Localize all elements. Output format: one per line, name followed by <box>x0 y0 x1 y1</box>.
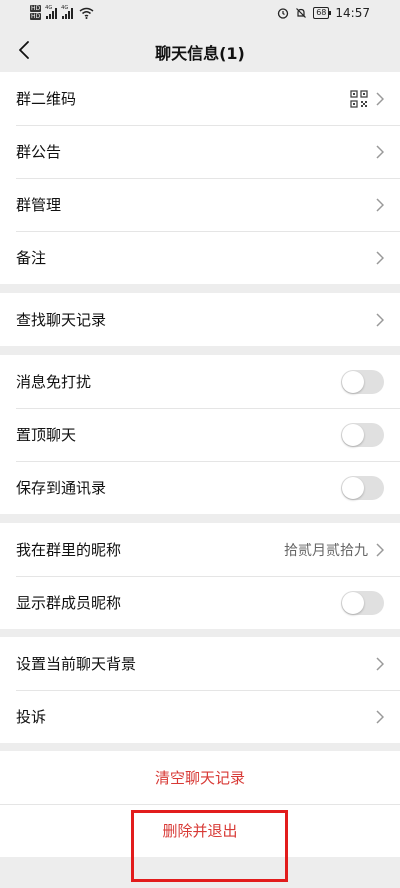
chat-background-label: 设置当前聊天背景 <box>16 655 137 673</box>
chevron-right-icon <box>376 250 384 265</box>
group-manage-row[interactable]: 群管理 <box>0 178 400 231</box>
pin-chat-row: 置顶聊天 <box>0 408 400 461</box>
status-bar-left: HD HD 4G 4G <box>30 5 94 20</box>
clear-history-button[interactable]: 清空聊天记录 <box>0 751 400 804</box>
chevron-right-icon <box>376 542 384 557</box>
save-contacts-label: 保存到通讯录 <box>16 479 107 497</box>
pin-chat-toggle[interactable] <box>341 422 384 447</box>
mute-toggle[interactable] <box>341 369 384 394</box>
group-info-section: 群二维码 群公告 群管理 备注 <box>0 72 400 284</box>
misc-section: 设置当前聊天背景 投诉 <box>0 637 400 743</box>
my-nickname-value: 拾贰月贰拾九 <box>284 542 368 559</box>
hd-badge: HD <box>30 13 42 20</box>
status-bar-right: 68 14:57 <box>277 6 370 20</box>
show-nickname-label: 显示群成员昵称 <box>16 594 122 612</box>
actions-section: 清空聊天记录 删除并退出 <box>0 751 400 857</box>
hd-indicators: HD HD <box>30 5 42 20</box>
mute-row: 消息免打扰 <box>0 355 400 408</box>
complaint-row[interactable]: 投诉 <box>0 690 400 743</box>
hd-badge: HD <box>30 5 42 12</box>
remark-label: 备注 <box>16 249 47 267</box>
battery-icon: 68 <box>313 7 332 19</box>
signal-icon: 4G <box>45 4 58 19</box>
alarm-icon <box>278 8 289 19</box>
save-contacts-toggle[interactable] <box>341 475 384 500</box>
chat-settings-section: 消息免打扰 置顶聊天 保存到通讯录 <box>0 355 400 514</box>
mute-bell-icon <box>296 8 307 18</box>
complaint-label: 投诉 <box>16 708 47 726</box>
pin-chat-label: 置顶聊天 <box>16 426 77 444</box>
my-nickname-label: 我在群里的昵称 <box>16 541 122 559</box>
nav-bar: 聊天信息(1) <box>0 28 400 72</box>
save-contacts-row: 保存到通讯录 <box>0 461 400 514</box>
chevron-right-icon <box>376 91 384 106</box>
chevron-right-icon <box>376 656 384 671</box>
chevron-right-icon <box>376 197 384 212</box>
delete-exit-button[interactable]: 删除并退出 <box>0 804 400 857</box>
wifi-icon <box>79 7 94 19</box>
chevron-right-icon <box>376 144 384 159</box>
group-manage-label: 群管理 <box>16 196 62 214</box>
search-history-label: 查找聊天记录 <box>16 311 107 329</box>
show-nickname-row: 显示群成员昵称 <box>0 576 400 629</box>
mute-label: 消息免打扰 <box>16 373 92 391</box>
group-qr-label: 群二维码 <box>16 90 77 108</box>
group-qr-row[interactable]: 群二维码 <box>0 72 400 125</box>
show-nickname-toggle[interactable] <box>341 590 384 615</box>
clock: 14:57 <box>335 6 370 20</box>
chevron-right-icon <box>376 709 384 724</box>
search-history-row[interactable]: 查找聊天记录 <box>0 293 400 346</box>
search-section: 查找聊天记录 <box>0 293 400 346</box>
nickname-section: 我在群里的昵称 拾贰月贰拾九 显示群成员昵称 <box>0 523 400 629</box>
status-bar: HD HD 4G 4G 68 14:57 <box>0 0 400 28</box>
qr-code-icon <box>350 89 368 108</box>
group-announcement-label: 群公告 <box>16 143 62 161</box>
signal-icon: 4G <box>61 4 74 19</box>
group-announcement-row[interactable]: 群公告 <box>0 125 400 178</box>
my-nickname-row[interactable]: 我在群里的昵称 拾贰月贰拾九 <box>0 523 400 576</box>
chat-background-row[interactable]: 设置当前聊天背景 <box>0 637 400 690</box>
chevron-right-icon <box>376 312 384 327</box>
network-type: 4G <box>61 4 69 11</box>
remark-row[interactable]: 备注 <box>0 231 400 284</box>
network-type: 4G <box>45 4 53 11</box>
page-title: 聊天信息(1) <box>155 44 245 63</box>
